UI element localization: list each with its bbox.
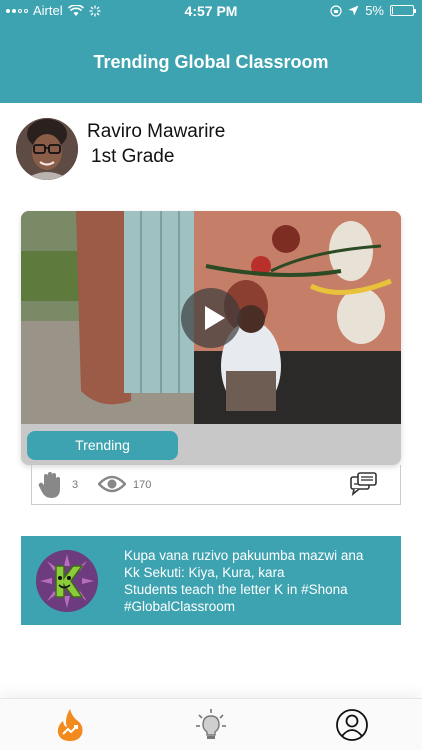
lesson-line-2: Kk Sekuti: Kiya, Kura, kara [124,565,285,580]
avatar-photo [16,118,78,180]
lesson-card[interactable]: Kupa vana ruzivo pakuumba mazwi ana Kk S… [21,536,401,625]
app-header: Airtel 4:57 PM 5% Trending Global Classr… [0,0,422,103]
status-right: 5% [330,3,416,18]
trending-flame-icon [57,709,83,741]
nav-trending[interactable] [52,707,88,743]
raise-hand-count: 3 [72,479,79,491]
profile-icon [336,709,368,741]
page-title: Trending Global Classroom [93,52,329,72]
profile-name: Raviro Mawarire [87,121,226,142]
battery-percent: 5% [365,3,384,18]
play-button[interactable] [181,288,241,348]
stats-row: 3 170 [31,465,401,505]
location-arrow-icon [348,5,359,16]
nav-ideas[interactable] [193,707,229,743]
avatar[interactable] [16,118,78,180]
views-eye-icon [98,475,126,493]
lesson-line-4: #GlobalClassroom [124,599,236,614]
nav-profile[interactable] [334,707,370,743]
bottom-nav [0,698,422,750]
lesson-description: Kupa vana ruzivo pakuumba mazwi ana Kk S… [124,547,389,615]
battery-level [392,7,393,14]
lightbulb-icon [196,709,226,739]
video-card[interactable]: Trending [21,211,401,465]
video-thumbnail[interactable] [21,211,401,424]
letter-k-illustration [36,550,98,612]
lesson-line-3: Students teach the letter K in #Shona [124,582,348,597]
trending-tag[interactable]: Trending [27,431,178,460]
views-count: 170 [133,479,152,491]
battery-icon [390,5,416,16]
lesson-line-1: Kupa vana ruzivo pakuumba mazwi ana [124,548,364,563]
raise-hand-icon[interactable] [38,471,64,499]
letter-k-badge-icon [36,550,98,612]
comments-icon[interactable] [350,472,378,496]
orientation-lock-icon [330,4,342,17]
profile-grade: 1st Grade [91,146,175,167]
status-bar: Airtel 4:57 PM 5% [0,0,422,22]
